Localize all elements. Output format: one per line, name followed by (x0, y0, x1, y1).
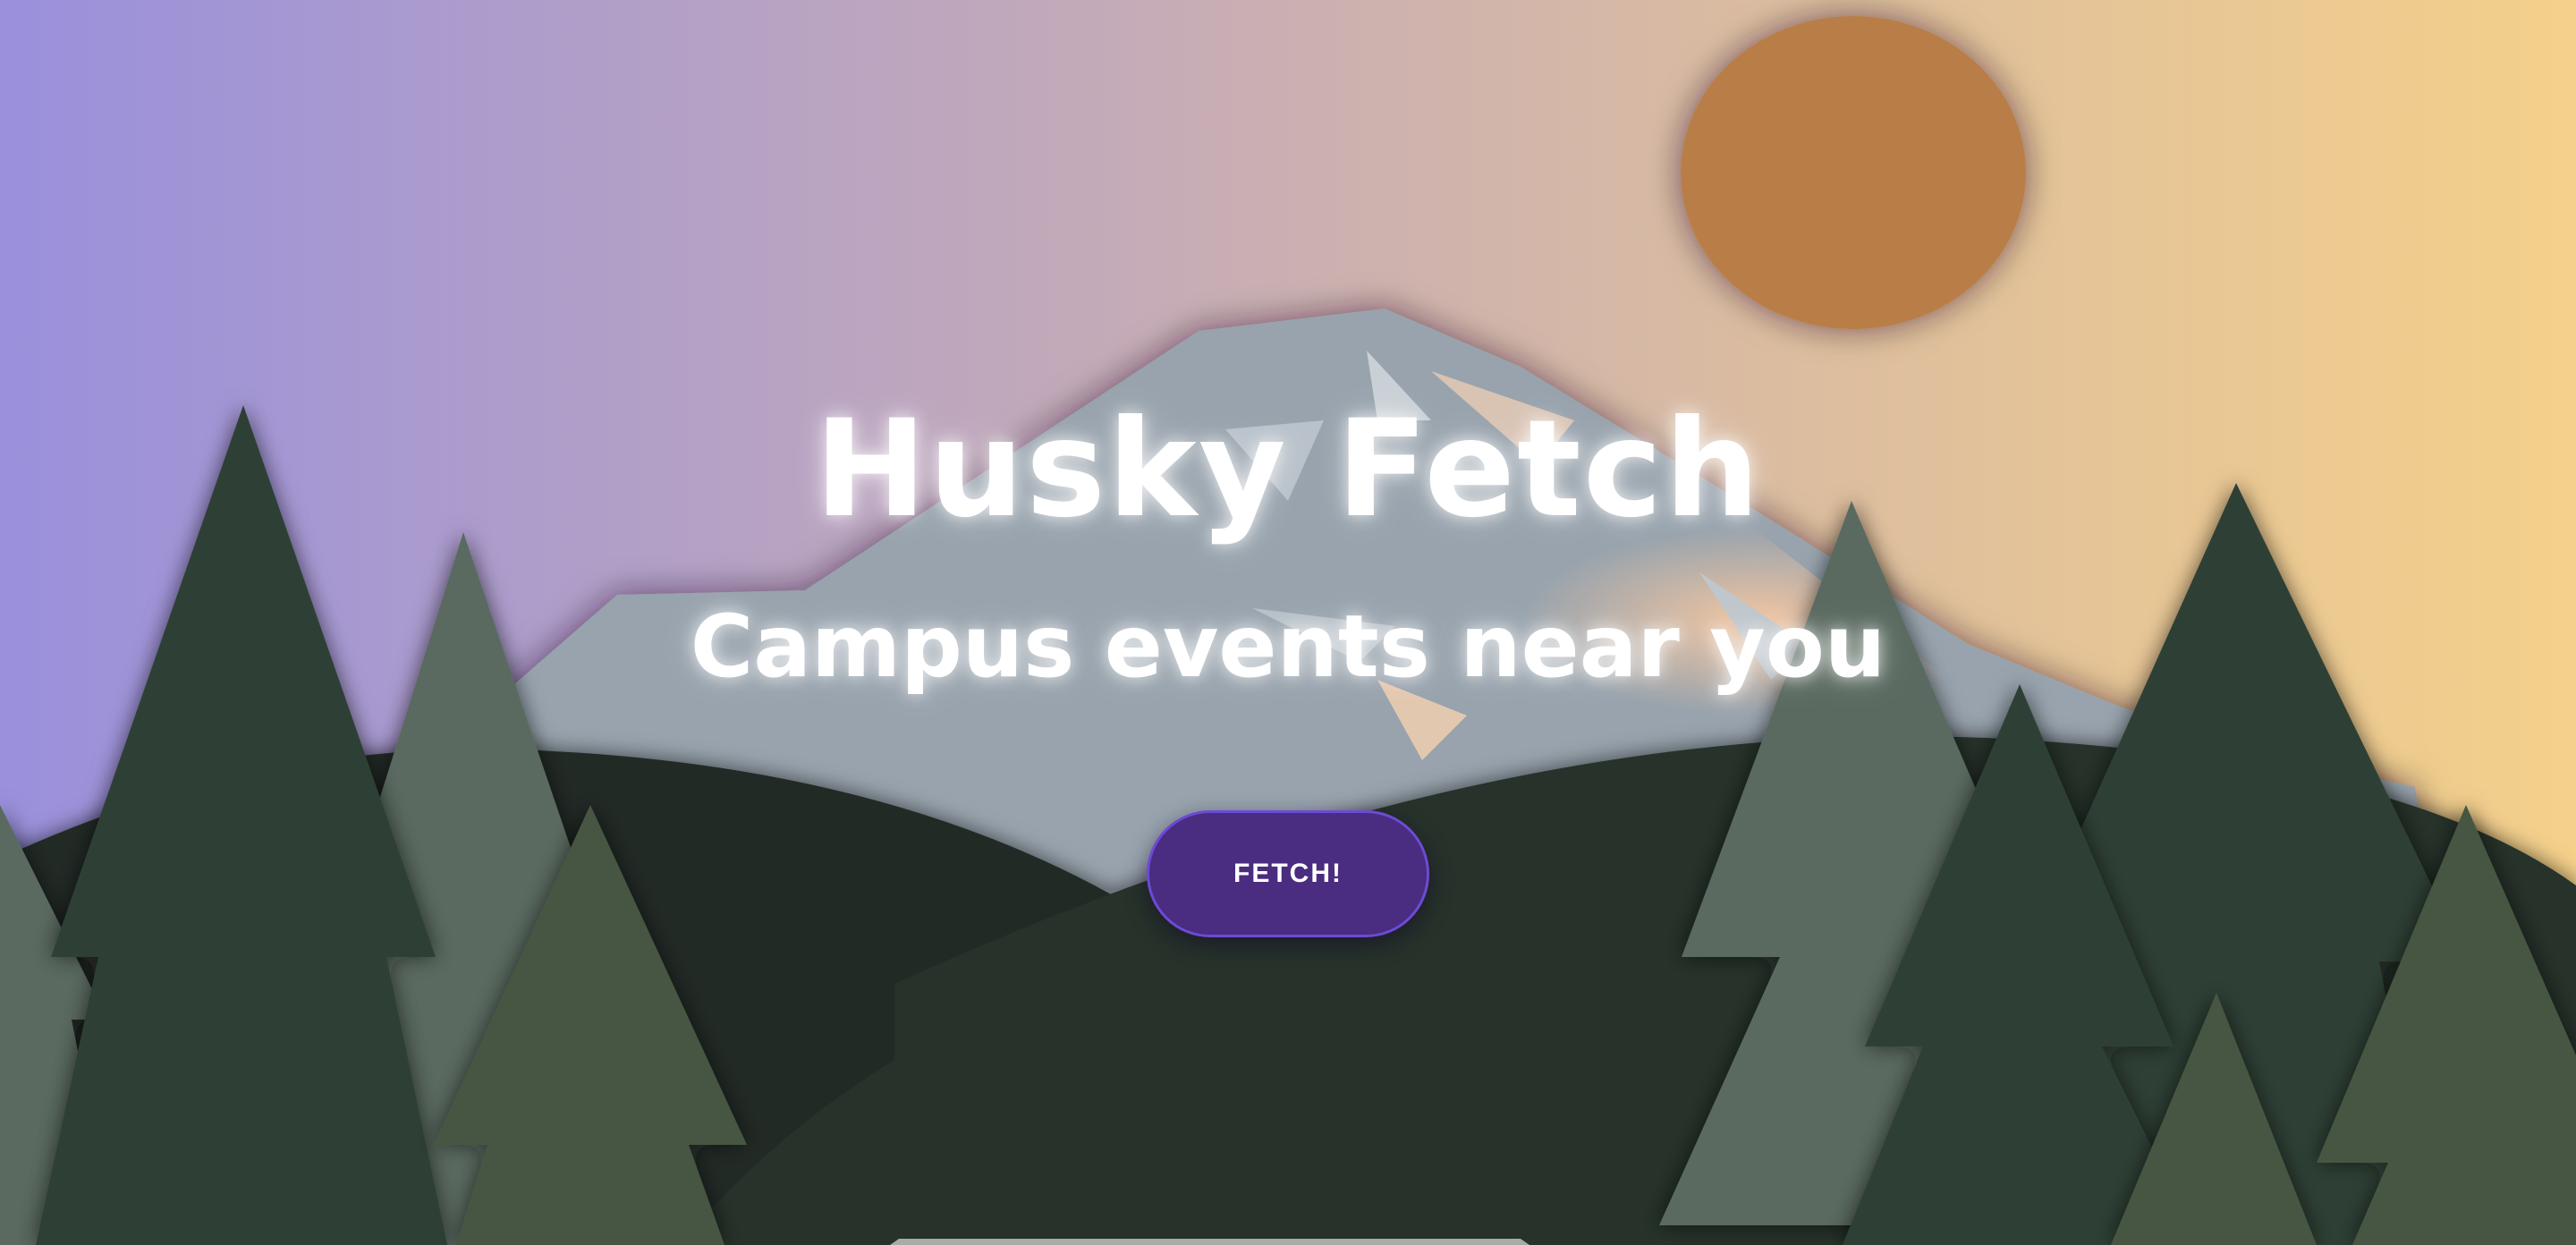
ground-sliver (890, 1239, 1530, 1245)
landing-hero: Husky Fetch Campus events near you FETCH… (0, 0, 2576, 1245)
fetch-button[interactable]: FETCH! (1147, 810, 1429, 937)
sun (1681, 16, 2026, 329)
hero-title: Husky Fetch (814, 392, 1762, 547)
hero-subtitle: Campus events near you (690, 597, 1886, 697)
